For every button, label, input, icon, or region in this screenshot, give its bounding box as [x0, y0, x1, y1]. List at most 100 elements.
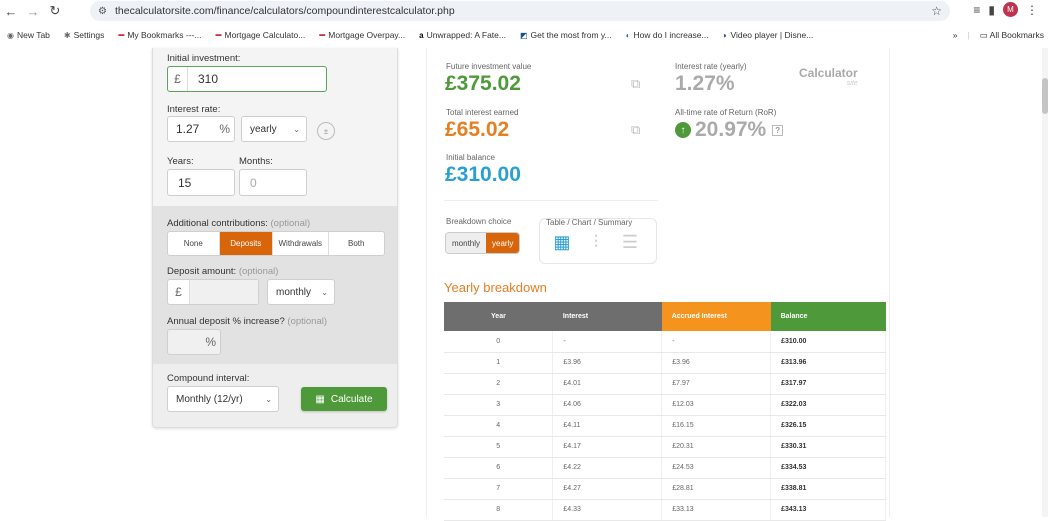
- bookmark-my-bookmarks[interactable]: ▬ My Bookmarks ---...: [111, 30, 208, 40]
- contribution-option-deposits[interactable]: Deposits: [219, 232, 274, 255]
- table-row: 2 £4.01 £7.97 £317.97: [444, 373, 886, 395]
- rate-period-select[interactable]: yearly ⌄: [241, 116, 307, 142]
- table-header-row: Year Interest Accrued Interest Balance: [444, 302, 886, 331]
- cell-interest: £4.27: [552, 478, 663, 500]
- months-input[interactable]: 0: [239, 169, 307, 196]
- more-bookmarks-icon[interactable]: »: [953, 30, 958, 40]
- all-bookmarks[interactable]: ▭ All Bookmarks: [980, 30, 1044, 41]
- view-icons: ▦ ⫶ ☰: [551, 232, 641, 252]
- copy-icon[interactable]: ⧉: [631, 122, 640, 138]
- bookmark-settings[interactable]: ✱ Settings: [57, 30, 111, 40]
- months-label: Months:: [239, 156, 273, 167]
- disney-icon: ◗: [722, 30, 728, 40]
- bookmark-how-increase[interactable]: ◐ How do I increase...: [619, 30, 716, 40]
- interest-rate-yearly: 1.27%: [675, 72, 735, 95]
- menu-icon[interactable]: ⋮: [1026, 3, 1038, 17]
- future-value-label: Future investment value: [446, 62, 532, 71]
- results-panel: Future investment value £375.02 ⧉ Intere…: [426, 48, 890, 521]
- cell-year: 5: [444, 436, 554, 458]
- forward-icon[interactable]: →: [22, 4, 44, 19]
- help-icon[interactable]: ?: [772, 124, 784, 136]
- table-row: 6 £4.22 £24.53 £334.53: [444, 457, 886, 479]
- bookmark-get-most[interactable]: ◩ Get the most from y...: [513, 30, 619, 40]
- breakdown-title: Yearly breakdown: [444, 280, 547, 295]
- cell-balance: £317.97: [770, 373, 886, 395]
- interest-rate-input[interactable]: 1.27 %: [167, 116, 235, 142]
- bookmark-mortgage-overpay[interactable]: ▬ Mortgage Overpay...: [312, 30, 412, 40]
- chevron-down-icon: ⌄: [265, 394, 272, 404]
- ror-label: All-time rate of Return (RoR): [675, 108, 777, 117]
- header-accrued-interest: Accrued Interest: [661, 302, 771, 331]
- initial-balance-label: Initial balance: [446, 153, 495, 162]
- page-content: Initial investment: £ 310 Interest rate:…: [0, 48, 1048, 521]
- deposit-frequency-select[interactable]: monthly ⌄: [267, 279, 335, 305]
- divider: [444, 200, 658, 201]
- scrollbar-thumb[interactable]: [1042, 78, 1048, 114]
- months-placeholder: 0: [250, 175, 257, 190]
- cell-interest: -: [552, 331, 663, 353]
- bookmark-unwrapped[interactable]: a Unwrapped: A Fate...: [412, 30, 513, 40]
- address-bar[interactable]: ⚙ thecalculatorsite.com/finance/calculat…: [90, 1, 950, 21]
- contribution-option-withdrawals[interactable]: Withdrawals: [273, 232, 329, 255]
- reload-icon[interactable]: ↻: [44, 3, 66, 19]
- bookmark-new-tab[interactable]: ◉ New Tab: [0, 30, 57, 40]
- cell-balance: £330.31: [770, 436, 886, 458]
- plus-minus-icon[interactable]: ±: [317, 122, 335, 140]
- cell-accrued-interest: £20.31: [661, 436, 772, 458]
- percent-suffix: %: [205, 335, 216, 349]
- cell-accrued-interest: £3.96: [661, 352, 772, 374]
- cell-accrued-interest: £12.03: [661, 394, 772, 416]
- compound-interval-value: Monthly (12/yr): [176, 393, 243, 405]
- bookmark-video-player[interactable]: ◗ Video player | Disne...: [716, 30, 821, 40]
- table-row: 5 £4.17 £20.31 £330.31: [444, 436, 886, 458]
- profile-avatar[interactable]: M: [1003, 2, 1018, 17]
- calculator-site-logo: Calculator site: [799, 66, 858, 87]
- site-settings-icon[interactable]: ⚙: [98, 6, 107, 17]
- back-icon[interactable]: ←: [0, 4, 22, 19]
- cell-balance: £322.03: [770, 394, 886, 416]
- gear-icon: ✱: [63, 30, 71, 40]
- currency-prefix: £: [168, 280, 190, 304]
- bookmarks-bar: ◉ New Tab ✱ Settings ▬ My Bookmarks ---... …: [0, 26, 1048, 44]
- breakdown-choice-label: Breakdown choice: [446, 217, 512, 226]
- table-icon[interactable]: ▦: [551, 232, 573, 252]
- cell-year: 4: [444, 415, 554, 437]
- years-input[interactable]: 15: [167, 169, 235, 196]
- table-row: 7 £4.27 £28.81 £338.81: [444, 478, 886, 500]
- header-balance: Balance: [770, 302, 886, 331]
- star-icon[interactable]: ☆: [931, 4, 942, 18]
- cell-interest: £4.11: [552, 415, 663, 437]
- cell-balance: £338.81: [770, 478, 886, 500]
- deposit-amount-input[interactable]: £: [167, 279, 259, 305]
- arrow-up-icon: ↑: [675, 122, 691, 139]
- annual-increase-input[interactable]: %: [167, 329, 221, 355]
- cell-accrued-interest: -: [661, 331, 772, 353]
- cell-year: 6: [444, 457, 554, 479]
- initial-balance: £310.00: [445, 163, 521, 186]
- breakdown-monthly[interactable]: monthly: [446, 233, 487, 253]
- initial-investment-value: 310: [198, 72, 219, 86]
- additional-contributions-label: Additional contributions: (optional): [167, 218, 311, 229]
- contribution-segmented-control: None Deposits Withdrawals Both: [167, 231, 385, 256]
- folder-icon: ▭: [979, 29, 988, 40]
- chart-icon[interactable]: ⫶: [585, 232, 607, 252]
- copy-icon[interactable]: ⧉: [631, 76, 640, 92]
- page-scrollbar[interactable]: [1042, 48, 1048, 517]
- cell-year: 2: [444, 373, 554, 395]
- interest-rate-value: 1.27: [176, 122, 200, 136]
- cell-balance: £313.96: [770, 352, 886, 374]
- contribution-option-both[interactable]: Both: [329, 232, 384, 255]
- calculate-button[interactable]: ▦ Calculate: [301, 387, 387, 411]
- ror-row: ↑ 20.97%?: [675, 118, 784, 142]
- side-panel-icon[interactable]: ▮: [988, 3, 995, 17]
- initial-investment-input[interactable]: £ 310: [167, 66, 327, 92]
- contribution-option-none[interactable]: None: [168, 232, 220, 255]
- breakdown-yearly[interactable]: yearly: [486, 233, 520, 253]
- breakdown-table: Year Interest Accrued Interest Balance 0…: [444, 302, 886, 521]
- bookmark-mortgage-calc[interactable]: ▬ Mortgage Calculato...: [208, 30, 312, 40]
- compound-interval-label: Compound interval:: [167, 373, 250, 384]
- total-interest-label: Total interest earned: [446, 108, 519, 117]
- summary-icon[interactable]: ☰: [619, 232, 641, 252]
- compound-interval-select[interactable]: Monthly (12/yr) ⌄: [167, 386, 279, 412]
- tab-search-icon[interactable]: ≡: [973, 3, 980, 17]
